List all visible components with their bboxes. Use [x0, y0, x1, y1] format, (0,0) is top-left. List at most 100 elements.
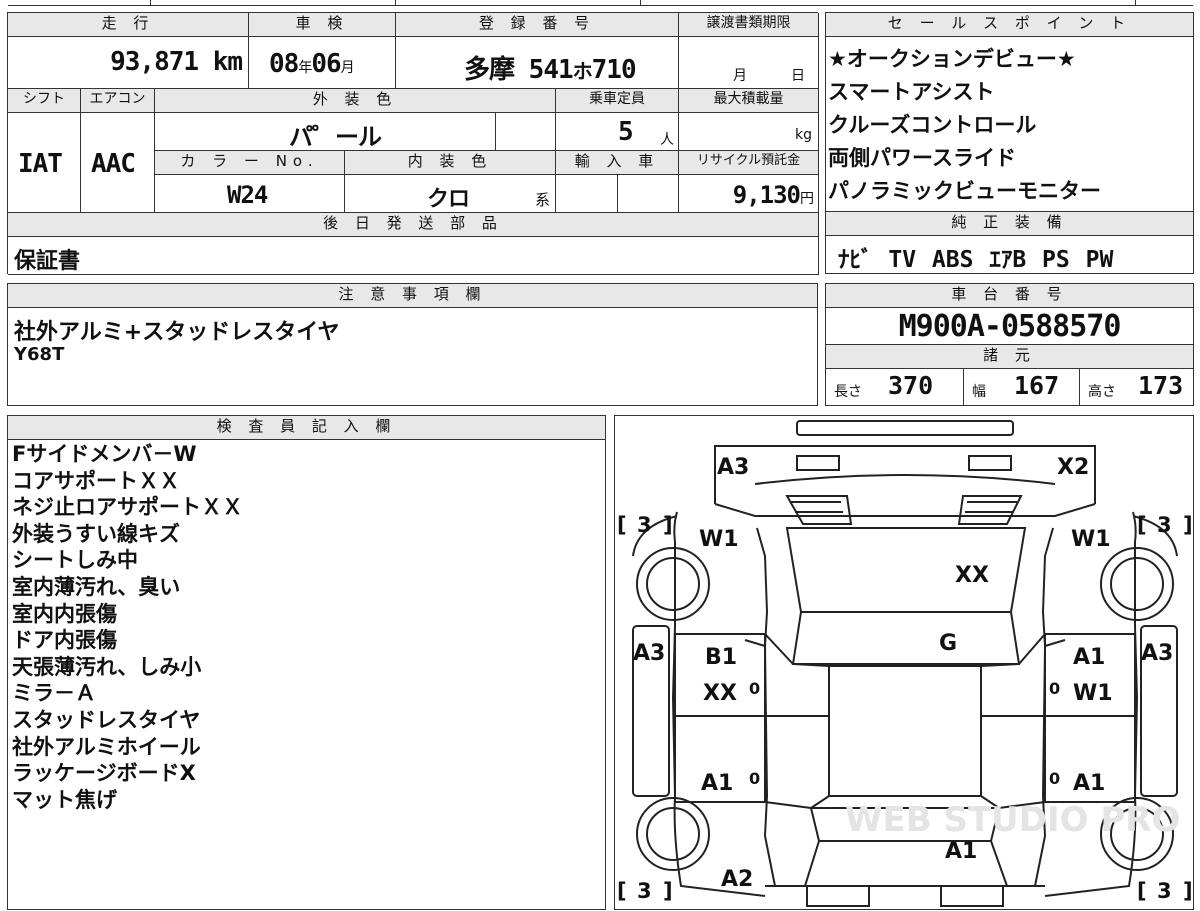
equipment-box: 純 正 装 備 ﾅﾋﾞ TV ABS ｴｱB PS PW — [825, 212, 1194, 274]
inspection-month: 06 — [311, 49, 341, 79]
sales-points-header: セ ー ル ス ポ イ ン ト — [826, 13, 1193, 37]
registration-area: 多摩 — [464, 55, 515, 85]
interior-color-value: クロ — [427, 187, 470, 212]
inspector-line: ネジ止ロアサポートＸＸ — [12, 495, 243, 520]
hood-grade: XX — [955, 563, 989, 588]
capacity-value: 5 — [618, 117, 634, 147]
inspector-line: 天張薄汚れ、しみ小 — [12, 654, 202, 679]
spec-width: 幅 167 — [964, 369, 1080, 405]
spec-width-value: 167 — [1014, 371, 1060, 400]
spec-length: 長さ 370 — [826, 369, 964, 405]
equipment-item: ﾅﾋﾞ — [838, 247, 873, 273]
capacity-cell: 5 人 — [556, 113, 679, 151]
inspector-list: Fサイドメンバ－W コアサポートＸＸ ネジ止ロアサポートＸＸ 外装うすい線キズ … — [12, 441, 243, 813]
inspector-header: 検 査 員 記 入 欄 — [8, 416, 605, 440]
recycle-unit: 円 — [800, 191, 814, 207]
left-door-grade-1: B1 — [705, 645, 737, 670]
inspector-line: ドア内張傷 — [12, 628, 117, 653]
later-parts-cell: 保証書 — [8, 237, 819, 275]
equipment-list: ﾅﾋﾞ TV ABS ｴｱB PS PW — [838, 240, 1113, 274]
inspector-line: 室内内張傷 — [12, 601, 117, 626]
shift-cell: IAT — [8, 113, 81, 213]
interior-color-header: 内 装 色 — [345, 151, 556, 175]
inspector-line: 社外アルミホイール — [12, 734, 201, 759]
right-door-grade-1: A1 — [1073, 645, 1105, 670]
recycle-fee-cell: 9,130円 — [679, 175, 819, 213]
mileage-cell: 93,871 km — [8, 37, 249, 89]
tire-bracket: [ — [1137, 513, 1147, 537]
max-load-cell: kg — [679, 113, 819, 151]
inspector-line: コアサポートＸＸ — [12, 468, 180, 493]
notes-box: 注 意 事 項 欄 社外アルミ+スタッドレスタイヤ Y68T — [7, 283, 818, 406]
exterior-color-cell: パ゜ール — [155, 113, 496, 151]
color-no-value: W24 — [227, 181, 268, 209]
specs-header: 諸 元 — [826, 345, 1193, 369]
left-rear-door-grade: A1 — [701, 771, 733, 796]
transfer-month-unit: 月 — [733, 68, 747, 84]
windshield-grade: G — [939, 631, 957, 656]
sales-points-list: ★オークションデビュー★ スマートアシスト クルーズコントロール 両側パワースラ… — [828, 43, 1101, 208]
exterior-color-extra — [496, 113, 556, 151]
later-parts-header: 後 日 発 送 部 品 — [8, 213, 819, 237]
tire-bracket: [ — [617, 513, 627, 537]
interior-color-cell: クロ 系 — [345, 175, 556, 213]
tire-bracket: ] — [663, 513, 673, 537]
door-mark: 0 — [1049, 679, 1060, 698]
front-left-grade: A3 — [717, 455, 749, 480]
vehicle-info-grid: 走 行 車 検 登 録 番 号 譲渡書類期限 93,871 km 08年06 月 … — [7, 12, 819, 275]
tire-bracket: [ — [617, 879, 627, 903]
equipment-item: ｴｱB — [989, 247, 1027, 273]
notes-header: 注 意 事 項 欄 — [8, 284, 817, 308]
chassis-header: 車 台 番 号 — [826, 284, 1193, 308]
transfer-deadline-header: 譲渡書類期限 — [679, 13, 819, 37]
inspector-line: スタッドレスタイヤ — [12, 707, 201, 732]
inspection-year: 08 — [269, 49, 299, 79]
registration-cell: 多摩 541ホ710 — [396, 37, 679, 89]
import-cell-1 — [556, 175, 618, 213]
transfer-deadline-cell: 月 日 — [679, 37, 819, 89]
spec-length-value: 370 — [888, 371, 934, 400]
inspector-line: 室内薄汚れ、臭い — [12, 574, 181, 599]
import-cell-2 — [618, 175, 679, 213]
later-parts-value: 保証書 — [14, 249, 81, 274]
chassis-number: M900A-0588570 — [898, 309, 1122, 344]
right-side-grade: A3 — [1141, 641, 1173, 666]
shift-value: IAT — [18, 149, 63, 179]
notes-line: Y68T — [14, 344, 65, 365]
inspection-cell: 08年06月 — [249, 37, 396, 89]
tire-bracket: ] — [663, 879, 673, 903]
mileage-unit: km — [212, 47, 243, 77]
mileage-header: 走 行 — [8, 13, 249, 37]
equipment-item: PS — [1042, 247, 1070, 273]
inspector-line: ミラ－Ａ — [12, 681, 96, 706]
year-unit: 年 — [298, 60, 312, 76]
capacity-unit: 人 — [660, 132, 674, 148]
left-side-grade: A3 — [633, 641, 665, 666]
aircon-cell: AAC — [81, 113, 155, 213]
equipment-header: 純 正 装 備 — [826, 212, 1193, 236]
watermark: WEB STUDIO PRO — [845, 800, 1180, 840]
registration-number: 710 — [591, 55, 637, 85]
right-fender-grade: W1 — [1071, 527, 1111, 552]
inspector-line: 外装うすい線キズ — [12, 521, 180, 546]
inspector-line: Fサイドメンバ－W — [12, 442, 197, 466]
sales-point-item: スマートアシスト — [828, 80, 995, 104]
tire-depth-rl: 3 — [637, 879, 652, 903]
spec-height-label: 高さ — [1088, 384, 1116, 400]
rear-left-grade: A2 — [721, 867, 753, 892]
rear-roof-grade: A1 — [945, 839, 977, 864]
max-load-header: 最大積載量 — [679, 89, 819, 113]
recycle-fee-value: 9,130 — [732, 181, 801, 209]
left-fender-grade: W1 — [699, 527, 739, 552]
spec-height-value: 173 — [1138, 371, 1184, 400]
aircon-header: エアコン — [81, 89, 155, 113]
interior-suffix: 系 — [535, 191, 551, 209]
equipment-item: ABS — [931, 247, 974, 273]
front-right-grade: X2 — [1057, 455, 1089, 480]
spec-length-label: 長さ — [834, 384, 862, 400]
top-strip — [0, 0, 1200, 8]
chassis-box: 車 台 番 号 M900A-0588570 — [825, 283, 1194, 345]
exterior-color-value: パ゜ール — [289, 123, 382, 151]
import-header: 輸 入 車 — [556, 151, 679, 175]
equipment-item: PW — [1085, 247, 1114, 273]
